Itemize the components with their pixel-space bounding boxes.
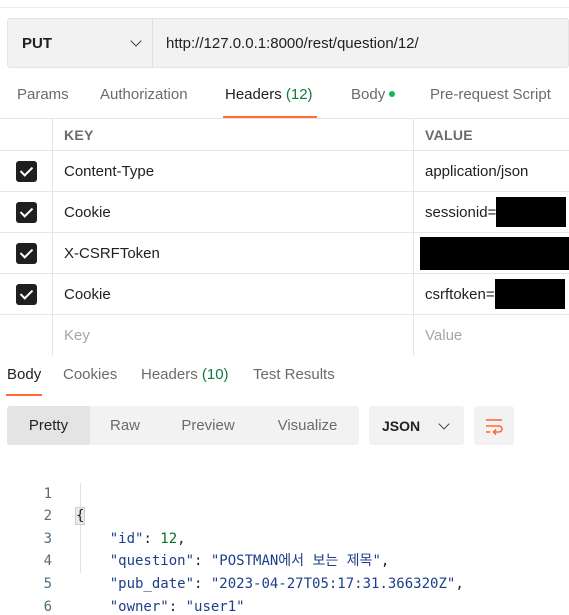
tab-params[interactable]: Params: [17, 86, 69, 118]
redaction-block: [494, 279, 565, 309]
header-value[interactable]: sessionid=: [414, 192, 569, 232]
row-check-cell: [0, 315, 53, 356]
checkbox-checked-icon[interactable]: [15, 160, 37, 182]
column-header-value: VALUE: [425, 126, 473, 143]
code-line: 2 "id": 12,: [0, 483, 569, 547]
tab-response-headers[interactable]: Headers (10): [141, 366, 229, 396]
code-line: 1 {: [0, 460, 569, 526]
request-bar: PUT http://127.0.0.1:8000/rest/question/…: [7, 18, 569, 68]
tab-pre-request-script[interactable]: Pre-request Script: [430, 86, 551, 118]
format-label: JSON: [382, 417, 421, 434]
column-header-key: KEY: [53, 119, 414, 150]
chevron-down-icon: [130, 35, 142, 47]
tab-label: Test Results: [253, 366, 335, 383]
code-line: 5 "owner": "user1": [0, 550, 569, 615]
active-tab-underline: [6, 394, 43, 396]
tab-label: Params: [17, 86, 69, 103]
redaction-block: [420, 236, 569, 270]
view-pretty[interactable]: Pretty: [7, 406, 90, 445]
table-row: Content-Type application/json: [0, 151, 569, 192]
header-key[interactable]: Content-Type: [53, 151, 414, 191]
header-check-cell: [0, 119, 53, 150]
view-raw[interactable]: Raw: [90, 406, 160, 445]
tab-label: Cookies: [63, 366, 118, 383]
method-select[interactable]: PUT: [8, 19, 153, 67]
header-value-text: sessionid=: [425, 203, 497, 221]
response-tabs: Body Cookies Headers (10) Test Results: [0, 366, 569, 396]
table-header-row: KEY VALUE: [0, 119, 569, 151]
row-check-cell: [0, 233, 53, 273]
json-value: "user1": [185, 598, 245, 615]
tab-test-results[interactable]: Test Results: [253, 366, 335, 396]
code-line: 3 "question": "POSTMAN에서 보는 제목",: [0, 505, 569, 570]
header-value[interactable]: application/json: [414, 151, 569, 191]
json-key: "owner": [109, 598, 169, 615]
checkbox-checked-icon[interactable]: [15, 201, 37, 223]
table-row: Cookie csrftoken=: [0, 274, 569, 315]
new-value-input[interactable]: Value: [414, 315, 569, 356]
row-check-cell: [0, 192, 53, 232]
wrap-lines-button[interactable]: [474, 406, 514, 445]
tab-label: Body: [7, 366, 42, 383]
wrap-lines-icon: [486, 418, 503, 435]
redaction-block: [496, 197, 567, 227]
tab-headers[interactable]: Headers (12): [223, 86, 317, 118]
view-preview[interactable]: Preview: [160, 406, 256, 445]
tab-body[interactable]: Body: [351, 86, 396, 118]
row-check-cell: [0, 274, 53, 314]
tab-label: Body: [351, 86, 386, 103]
headers-table: KEY VALUE Content-Type application/json …: [0, 118, 569, 356]
view-mode-control: Pretty Raw Preview Visualize: [7, 406, 359, 445]
checkbox-checked-icon[interactable]: [15, 242, 37, 264]
header-value-text: application/json: [425, 162, 529, 180]
tab-count: (10): [201, 366, 229, 383]
tab-authorization[interactable]: Authorization: [100, 86, 188, 118]
row-check-cell: [0, 151, 53, 191]
line-number: 6: [43, 598, 52, 615]
view-visualize[interactable]: Visualize: [256, 406, 359, 445]
response-body-editor[interactable]: 1 { 2 "id": 12, 3 "question": "POSTMAN에서…: [0, 460, 569, 615]
header-value[interactable]: csrftoken=: [414, 274, 569, 314]
header-value[interactable]: [414, 233, 569, 273]
checkbox-checked-icon[interactable]: [15, 283, 37, 305]
top-strip: [0, 0, 569, 8]
table-row-new: Key Value: [0, 315, 569, 356]
body-indicator-dot: [389, 91, 396, 98]
tab-label: Authorization: [100, 86, 188, 103]
code-line: 6 }: [0, 573, 569, 615]
header-key[interactable]: Cookie: [53, 274, 414, 314]
code-line: 4 "pub_date": "2023-04-27T05:17:31.36632…: [0, 528, 569, 592]
method-label: PUT: [22, 34, 52, 52]
chevron-down-icon: [438, 417, 450, 430]
format-select[interactable]: JSON: [369, 406, 464, 445]
tab-count: (12): [285, 86, 313, 103]
header-key[interactable]: Cookie: [53, 192, 414, 232]
tab-cookies[interactable]: Cookies: [63, 366, 117, 396]
request-tabs: Params Authorization Headers (12) Body P…: [0, 86, 569, 118]
tab-label: Headers: [141, 366, 198, 383]
table-row: X-CSRFToken: [0, 233, 569, 274]
table-row: Cookie sessionid=: [0, 192, 569, 233]
new-key-input[interactable]: Key: [53, 315, 414, 356]
tab-label: Headers: [225, 86, 282, 103]
header-value-text: csrftoken=: [425, 285, 495, 303]
header-key[interactable]: X-CSRFToken: [53, 233, 414, 273]
url-input[interactable]: http://127.0.0.1:8000/rest/question/12/: [153, 35, 568, 52]
tab-label: Pre-request Script: [430, 86, 551, 103]
tab-response-body[interactable]: Body: [6, 366, 43, 396]
